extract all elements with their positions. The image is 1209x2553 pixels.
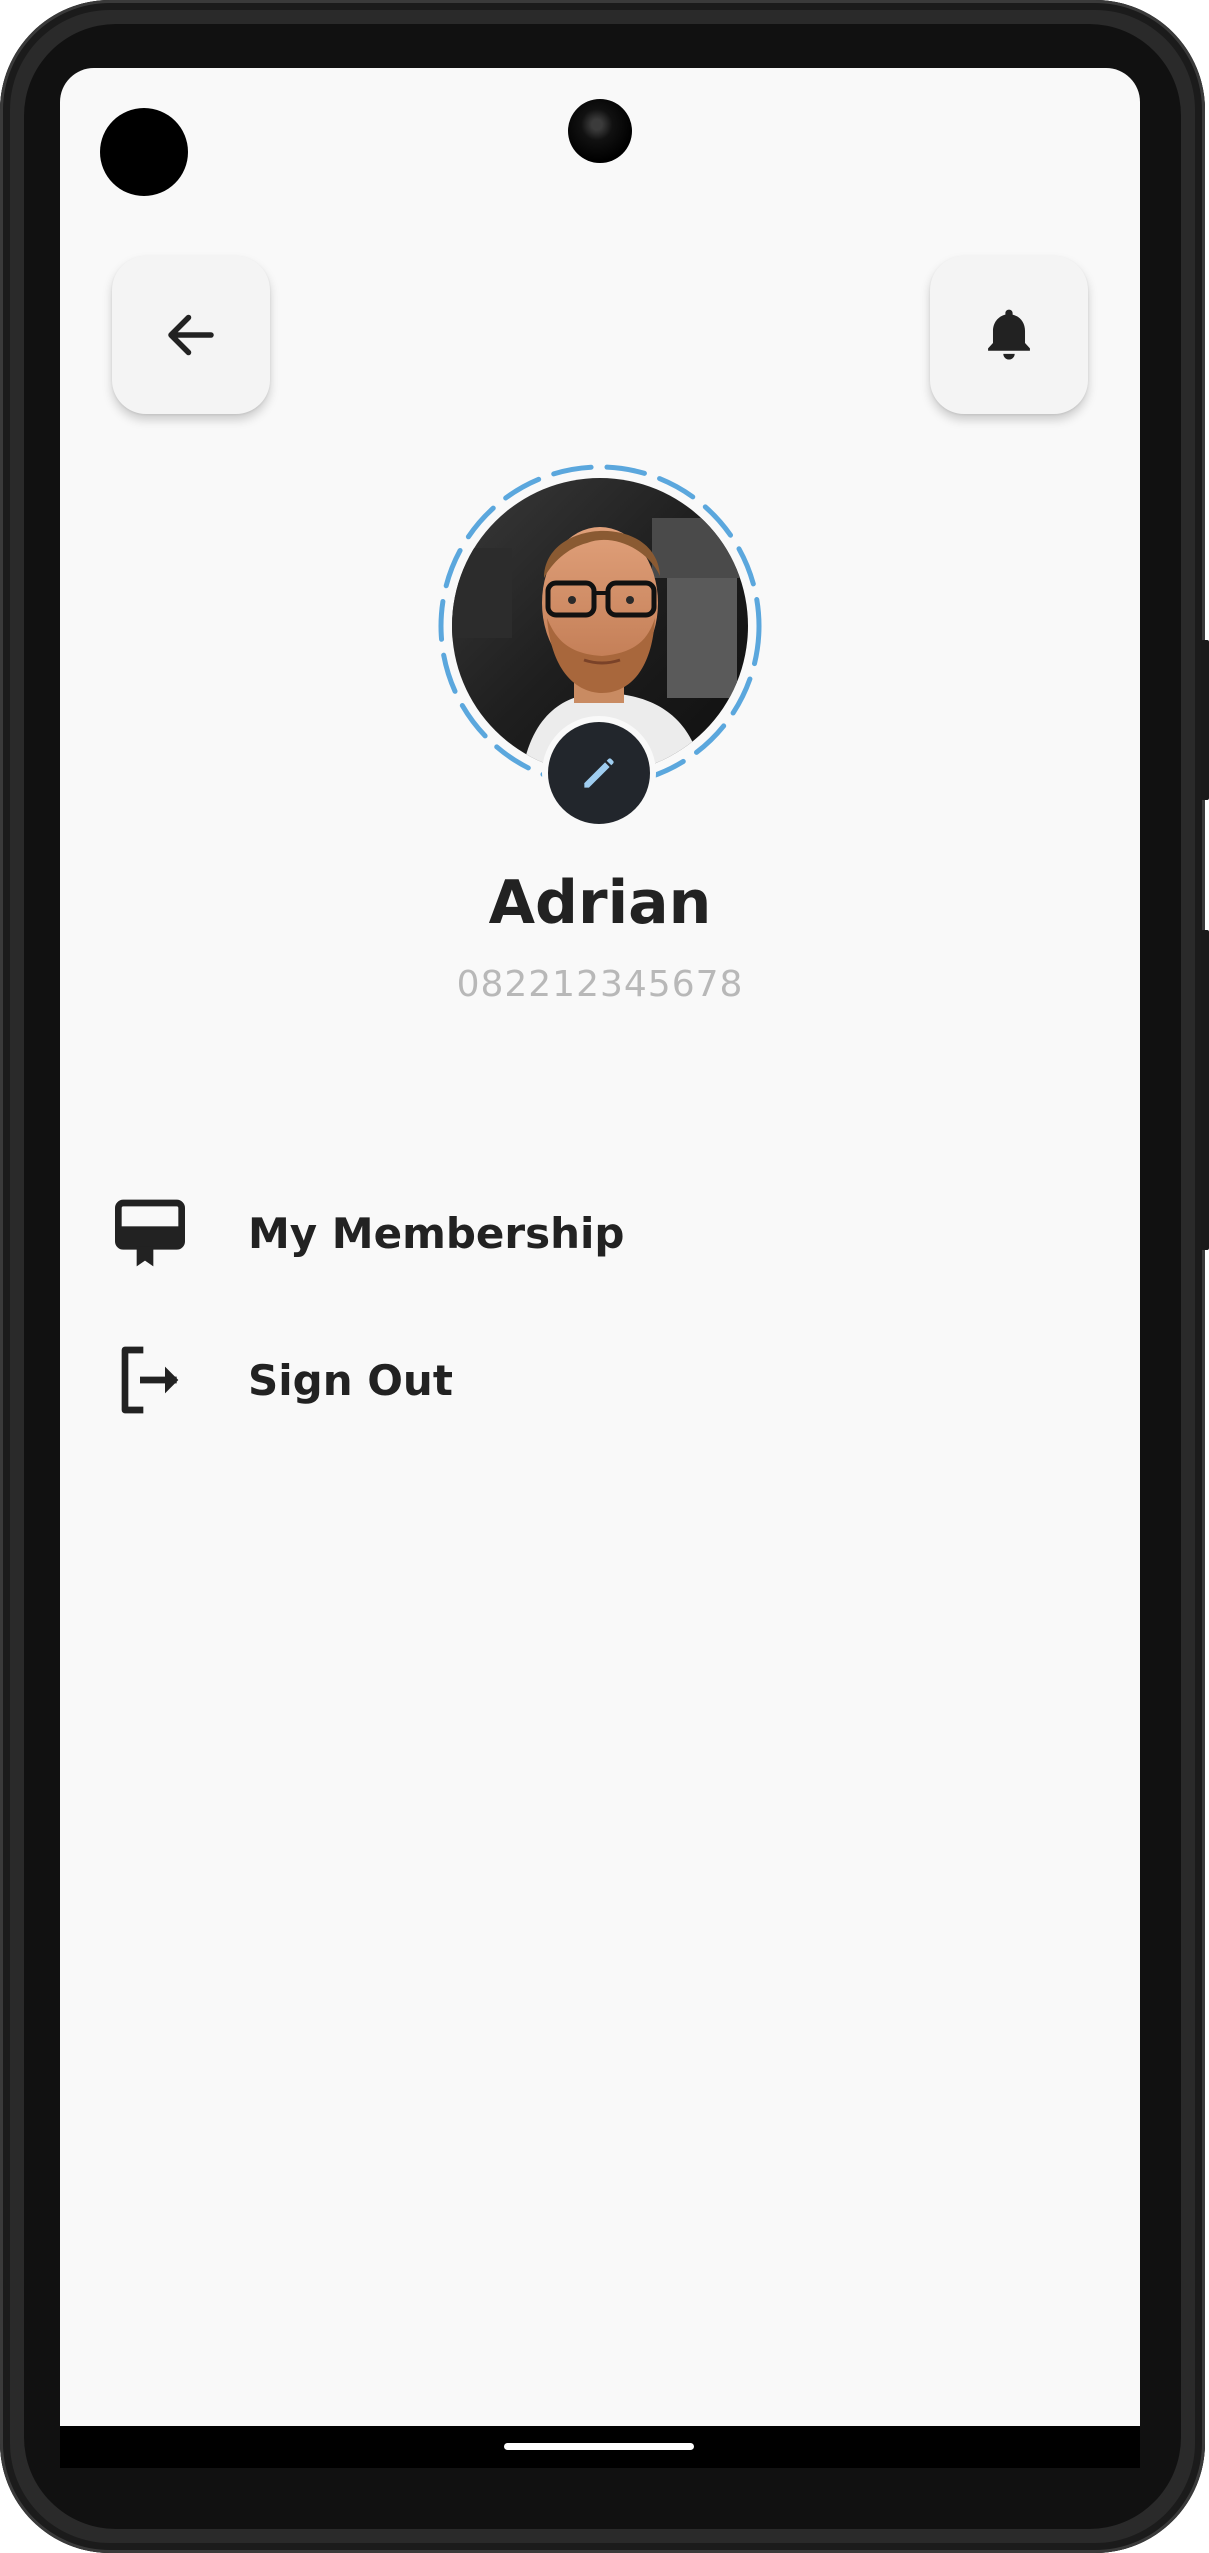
- status-indicator-dot: [100, 108, 188, 196]
- home-indicator[interactable]: [504, 2443, 694, 2450]
- membership-card-icon: [100, 1183, 200, 1283]
- edit-avatar-button[interactable]: [542, 716, 656, 830]
- arrow-left-icon: [168, 314, 214, 356]
- menu-item-label: Sign Out: [248, 1355, 453, 1405]
- menu-item-my-membership[interactable]: My Membership: [100, 1178, 1100, 1288]
- sign-out-icon: [100, 1330, 200, 1430]
- bell-icon: [988, 309, 1030, 360]
- pencil-icon: [584, 758, 614, 788]
- app-screen: Adrian 082212345678 My Membership Sign O…: [60, 68, 1140, 2468]
- volume-button: [1201, 930, 1209, 1250]
- menu-item-label: My Membership: [248, 1208, 625, 1258]
- phone-device: Adrian 082212345678 My Membership Sign O…: [0, 0, 1209, 2553]
- back-button[interactable]: [112, 256, 270, 414]
- notifications-button[interactable]: [930, 256, 1088, 414]
- power-button: [1201, 640, 1209, 800]
- profile-phone: 082212345678: [456, 964, 744, 1005]
- front-camera: [568, 99, 632, 163]
- profile-name: Adrian: [488, 868, 712, 938]
- menu-item-sign-out[interactable]: Sign Out: [100, 1325, 1100, 1435]
